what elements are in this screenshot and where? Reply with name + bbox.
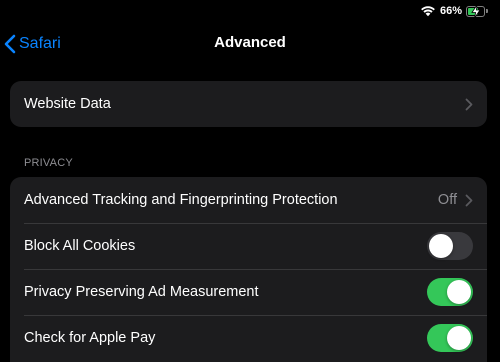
charging-bolt-icon [471, 4, 481, 18]
battery-percent: 66% [439, 5, 462, 17]
check-for-apple-pay-toggle[interactable] [427, 324, 473, 352]
chevron-right-icon [465, 98, 473, 110]
advanced-tracking-protection-value: Off [437, 192, 457, 208]
block-all-cookies-row: Block All Cookies [10, 223, 487, 269]
website-data-group: Website Data [10, 81, 487, 127]
navigation-bar: Safari Advanced [0, 28, 500, 60]
privacy-section-header: PRIVACY [24, 157, 73, 169]
privacy-preserving-ad-measurement-label: Privacy Preserving Ad Measurement [24, 284, 259, 300]
privacy-group: Advanced Tracking and Fingerprinting Pro… [10, 177, 487, 362]
toggle-knob [429, 234, 453, 258]
settings-screen: 66% Safari Advanced Website Data PRIVACY… [0, 0, 500, 362]
toggle-knob [447, 280, 471, 304]
advanced-tracking-protection-row[interactable]: Advanced Tracking and Fingerprinting Pro… [10, 177, 487, 223]
status-bar: 66% [420, 0, 500, 22]
check-for-apple-pay-row: Check for Apple Pay [10, 315, 487, 361]
website-data-label: Website Data [24, 96, 111, 112]
chevron-right-icon [465, 194, 473, 206]
advanced-tracking-protection-label: Advanced Tracking and Fingerprinting Pro… [24, 192, 338, 208]
privacy-preserving-ad-measurement-toggle[interactable] [427, 278, 473, 306]
block-all-cookies-label: Block All Cookies [24, 238, 136, 254]
page-title: Advanced [214, 34, 286, 51]
battery-charging-icon [466, 4, 488, 18]
wifi-icon [421, 6, 435, 17]
toggle-knob [447, 326, 471, 350]
block-all-cookies-toggle[interactable] [427, 232, 473, 260]
check-for-apple-pay-label: Check for Apple Pay [24, 330, 156, 346]
website-data-row[interactable]: Website Data [10, 81, 487, 127]
privacy-preserving-ad-measurement-row: Privacy Preserving Ad Measurement [10, 269, 487, 315]
